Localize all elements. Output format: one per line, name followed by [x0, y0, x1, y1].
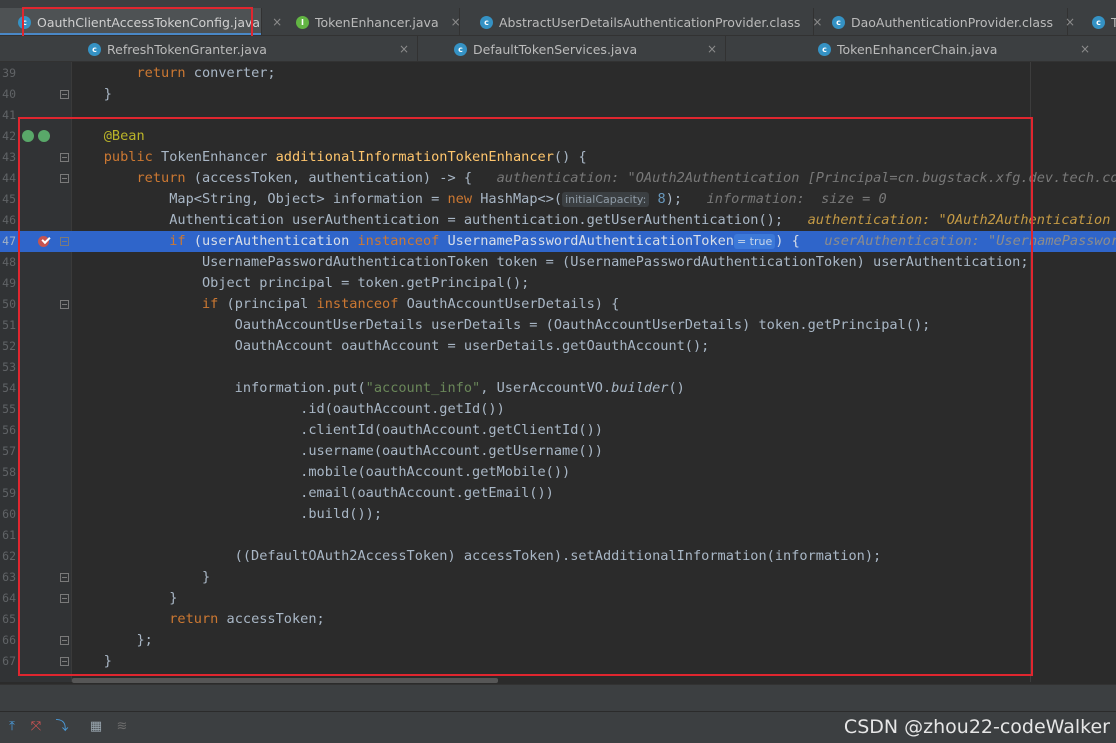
tab-label: AbstractUserDetailsAuthenticationProvide… [499, 14, 801, 30]
tab-label: DefaultTokenServices.java [473, 41, 638, 57]
tab-truncated[interactable]: c Te [1070, 8, 1116, 35]
tab-dao-authentication-provider[interactable]: c DaoAuthenticationProvider.class × [816, 8, 1075, 35]
active-tab-highlight-box [22, 7, 253, 38]
class-file-icon: c [1092, 15, 1105, 29]
code-line: 40 } [2, 86, 112, 102]
tab-refresh-token-granter[interactable]: c RefreshTokenGranter.java × [72, 36, 418, 61]
step-out-icon[interactable]: ⤒ [4, 719, 20, 735]
class-file-icon: c [832, 15, 845, 29]
tab-abstract-user-details-auth-provider[interactable]: c AbstractUserDetailsAuthenticationProvi… [462, 8, 822, 35]
interface-file-icon: I [296, 15, 309, 29]
editor-tabs-row-2: c RefreshTokenGranter.java × c DefaultTo… [0, 36, 1116, 62]
trace-stream-icon[interactable]: ≋ [114, 719, 130, 735]
class-file-icon: c [88, 42, 101, 56]
tab-label: DaoAuthenticationProvider.class [851, 14, 1054, 30]
evaluate-expression-icon[interactable]: ▦ [88, 719, 104, 735]
close-icon[interactable]: × [1080, 42, 1090, 56]
tab-token-enhancer-chain[interactable]: c TokenEnhancerChain.java × [800, 36, 1090, 61]
fold-icon[interactable] [60, 90, 69, 99]
horizontal-scrollbar[interactable] [72, 678, 498, 683]
tab-label: TokenEnhancer.java [315, 14, 439, 30]
class-file-icon: c [818, 42, 831, 56]
tab-token-enhancer[interactable]: I TokenEnhancer.java × [280, 8, 461, 35]
close-icon[interactable]: × [399, 42, 409, 56]
tab-label: RefreshTokenGranter.java [107, 41, 267, 57]
close-icon[interactable]: × [707, 42, 717, 56]
code-line: 39 return converter; [2, 65, 276, 81]
tab-label: Te [1111, 14, 1116, 30]
tab-default-token-services[interactable]: c DefaultTokenServices.java × [436, 36, 726, 61]
watermark: CSDN @zhou22-codeWalker [843, 716, 1110, 738]
debug-toolbar-separator [0, 684, 1116, 711]
class-file-icon: c [480, 15, 493, 29]
drop-frame-icon[interactable]: ⤧ [28, 719, 44, 735]
tab-label: TokenEnhancerChain.java [837, 41, 998, 57]
class-file-icon: c [454, 42, 467, 56]
run-to-cursor-icon[interactable]: ⤵ [54, 719, 70, 735]
close-icon[interactable]: × [451, 15, 461, 29]
code-highlight-box [18, 117, 1033, 676]
